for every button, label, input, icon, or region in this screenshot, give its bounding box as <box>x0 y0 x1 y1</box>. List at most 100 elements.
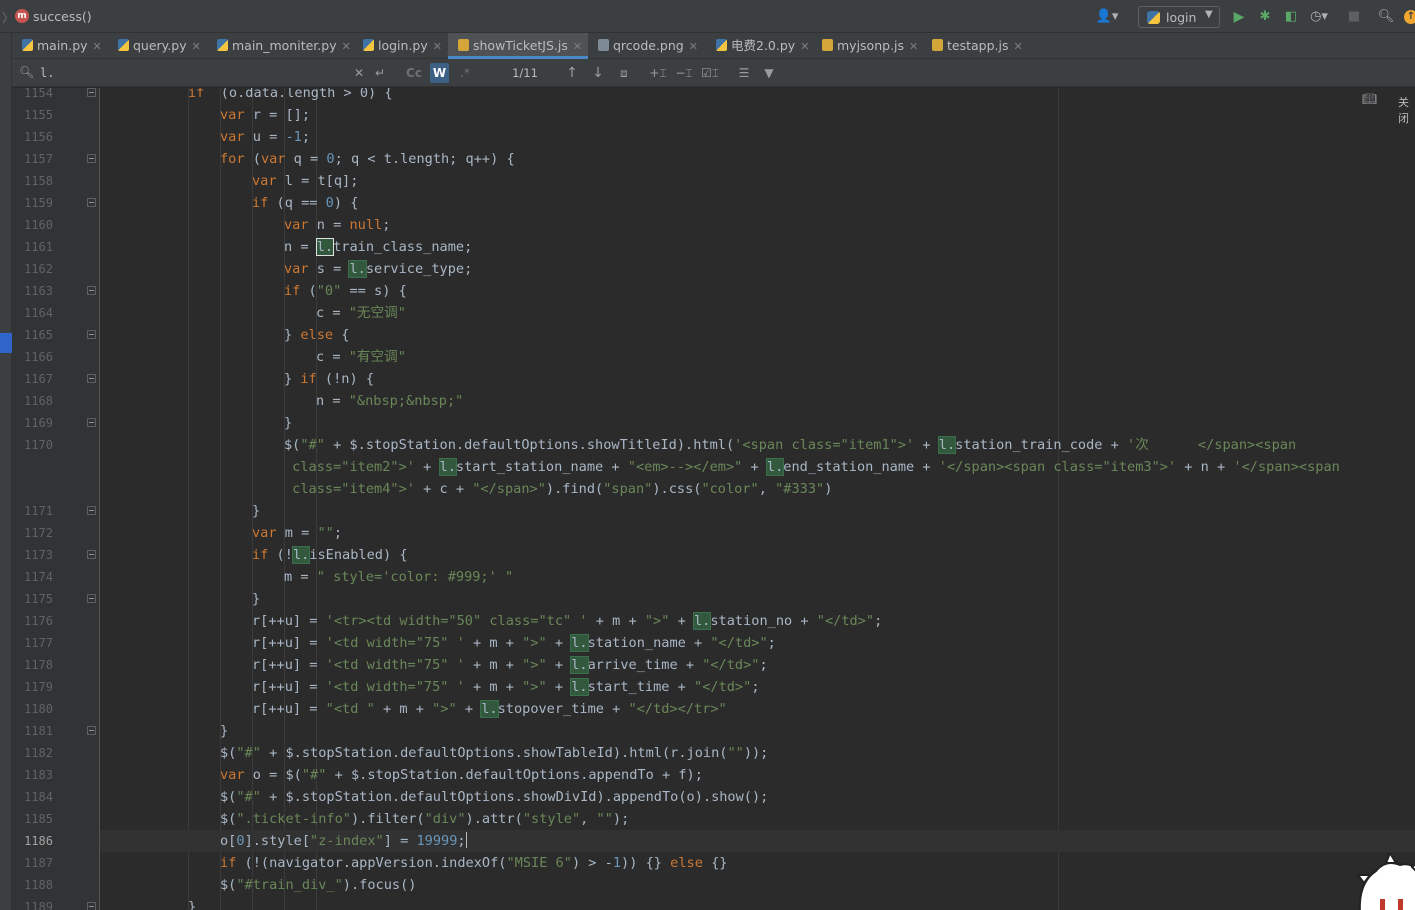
code-line[interactable]: 1189} <box>12 896 1415 910</box>
filter-icon[interactable]: ▼ <box>760 63 778 83</box>
code-line[interactable]: 1162 var s = l.service_type; <box>12 258 1415 280</box>
fold-marker-icon[interactable] <box>87 594 96 603</box>
code-line[interactable]: 1163 if ("0" == s) { <box>12 280 1415 302</box>
fold-marker-icon[interactable] <box>87 902 96 910</box>
update-icon[interactable]: ↑ <box>1404 10 1415 24</box>
code-line[interactable]: 1176 r[++u] = '<tr><td width="50" class="… <box>12 610 1415 632</box>
close-tab-icon[interactable]: ✕ <box>909 40 918 53</box>
tab-qrcode-png[interactable]: qrcode.png ✕ <box>588 33 706 59</box>
close-tab-icon[interactable]: ✕ <box>93 40 102 53</box>
match-case-toggle[interactable]: Cc <box>404 63 424 83</box>
add-occurrence-icon[interactable]: +⌶ <box>648 63 668 83</box>
close-tab-icon[interactable]: ✕ <box>800 40 809 53</box>
profile-icon[interactable]: ◷▾ <box>1304 6 1334 28</box>
fold-marker-icon[interactable] <box>87 506 96 515</box>
code-line[interactable]: 1171} <box>12 500 1415 522</box>
code-line[interactable]: 1154 if (o.data.length > 0) { <box>12 88 1415 104</box>
close-tab-icon[interactable]: ✕ <box>342 40 351 53</box>
code-line[interactable]: 1182 $("#" + $.stopStation.defaultOptions… <box>12 742 1415 764</box>
regex-toggle[interactable]: .* <box>456 63 474 83</box>
code-line[interactable]: 1157 for (var q = 0; q < t.length; q++) { <box>12 148 1415 170</box>
code-line[interactable]: 1172 var m = ""; <box>12 522 1415 544</box>
select-all-occurrences-icon[interactable]: ⧈ <box>616 63 632 83</box>
fold-marker-icon[interactable] <box>87 374 96 383</box>
clear-icon[interactable]: ✕ <box>352 63 366 83</box>
find-input[interactable] <box>40 63 370 83</box>
run-icon[interactable]: ▶ <box>1230 6 1248 28</box>
code-line[interactable]: 1166 c = "有空调" <box>12 346 1415 368</box>
code-line[interactable]: class="item4">' + c + "</span>").find("s… <box>12 478 1415 500</box>
previous-occurrence-icon[interactable]: ↑ <box>564 63 580 83</box>
tab-main-moniter-py[interactable]: main_moniter.py ✕ <box>207 33 353 59</box>
code-line[interactable]: 1178 r[++u] = '<td width="75" ' + m + ">"… <box>12 654 1415 676</box>
next-occurrence-icon[interactable]: ↓ <box>590 63 606 83</box>
code-line[interactable]: 1158 var l = t[q]; <box>12 170 1415 192</box>
coverage-icon[interactable]: ◧ <box>1282 6 1300 28</box>
structure-marker[interactable] <box>0 333 12 353</box>
code-line[interactable]: 1187 if (!(navigator.appVersion.indexOf("… <box>12 852 1415 874</box>
code-text: var n = null; <box>284 214 390 236</box>
code-line[interactable]: 1184 $("#" + $.stopStation.defaultOptions… <box>12 786 1415 808</box>
search-icon[interactable]: 🔍︎ <box>1376 6 1396 28</box>
code-line[interactable]: 1170 $("#" + $.stopStation.defaultOptions… <box>12 434 1415 456</box>
search-icon[interactable]: 🔍︎ <box>19 65 34 79</box>
code-line[interactable]: 1161 n = l.train_class_name; <box>12 236 1415 258</box>
match-count: 1/11 <box>512 66 538 80</box>
tab-query-py[interactable]: query.py ✕ <box>108 33 207 59</box>
fold-marker-icon[interactable] <box>87 418 96 427</box>
tab-testapp-js[interactable]: testapp.js ✕ <box>922 33 1032 59</box>
fold-marker-icon[interactable] <box>87 726 96 735</box>
tab-showticketjs-js[interactable]: showTicketJS.js ✕ <box>448 33 588 59</box>
breadcrumb[interactable]: success() <box>33 9 92 24</box>
code-line[interactable]: 1156 var u = -1; <box>12 126 1415 148</box>
code-line[interactable]: 1160 var n = null; <box>12 214 1415 236</box>
code-line[interactable]: 1167} if (!n) { <box>12 368 1415 390</box>
tab-main-py[interactable]: main.py ✕ <box>12 33 108 59</box>
search-options-icon[interactable]: ☰ <box>734 63 754 83</box>
code-line[interactable]: 1180 r[++u] = "<td " + m + ">" + l.stopov… <box>12 698 1415 720</box>
code-line[interactable]: class="item2">' + l.start_station_name +… <box>12 456 1415 478</box>
reader-mode-icon[interactable]: 📖︎ <box>1362 92 1377 106</box>
tab-myjsonp-js[interactable]: myjsonp.js ✕ <box>812 33 922 59</box>
code-line[interactable]: 1169} <box>12 412 1415 434</box>
close-label[interactable]: 关闭 <box>1398 94 1415 126</box>
tab-2-0-py[interactable]: 电费2.0.py ✕ <box>706 33 812 59</box>
whole-word-toggle[interactable]: W <box>430 63 449 83</box>
code-line[interactable]: 1164 c = "无空调" <box>12 302 1415 324</box>
fold-marker-icon[interactable] <box>87 198 96 207</box>
code-line[interactable]: 1185 $(".ticket-info").filter("div").attr… <box>12 808 1415 830</box>
close-tab-icon[interactable]: ✕ <box>1014 40 1023 53</box>
close-tab-icon[interactable]: ✕ <box>689 40 698 53</box>
stop-icon[interactable]: ■ <box>1346 6 1362 28</box>
code-line[interactable]: 1181} <box>12 720 1415 742</box>
close-tab-icon[interactable]: ✕ <box>192 40 201 53</box>
code-line[interactable]: 1186 o[0].style["z-index"] = 19999; <box>12 830 1415 852</box>
code-line[interactable]: 1177 r[++u] = '<td width="75" ' + m + ">"… <box>12 632 1415 654</box>
code-line[interactable]: 1183 var o = $("#" + $.stopStation.defaul… <box>12 764 1415 786</box>
code-line[interactable]: 1173 if (!l.isEnabled) { <box>12 544 1415 566</box>
breadcrumb-arrow-icon[interactable]: 〉 <box>2 9 14 26</box>
select-occurrences-icon[interactable]: ☑⌶ <box>700 63 720 83</box>
fold-marker-icon[interactable] <box>87 286 96 295</box>
debug-icon[interactable]: ✱ <box>1256 6 1274 28</box>
code-line[interactable]: 1174 m = " style='color: #999;' " <box>12 566 1415 588</box>
code-line[interactable]: 1175} <box>12 588 1415 610</box>
run-configuration-select[interactable]: login ▼ <box>1138 6 1220 28</box>
code-line[interactable]: 1179 r[++u] = '<td width="75" ' + m + ">"… <box>12 676 1415 698</box>
code-line[interactable]: 1165} else { <box>12 324 1415 346</box>
close-tab-icon[interactable]: ✕ <box>573 40 582 53</box>
fold-marker-icon[interactable] <box>87 330 96 339</box>
fold-marker-icon[interactable] <box>87 550 96 559</box>
code-line[interactable]: 1155 var r = []; <box>12 104 1415 126</box>
tab-login-py[interactable]: login.py ✕ <box>353 33 448 59</box>
code-line[interactable]: 1168 n = "&nbsp;&nbsp;" <box>12 390 1415 412</box>
code-line[interactable]: 1159 if (q == 0) { <box>12 192 1415 214</box>
code-editor[interactable]: 1154 if (o.data.length > 0) {1155 var r = … <box>12 88 1415 910</box>
close-tab-icon[interactable]: ✕ <box>433 40 442 53</box>
fold-marker-icon[interactable] <box>87 154 96 163</box>
remove-occurrence-icon[interactable]: −⌶ <box>674 63 694 83</box>
user-icon[interactable]: 👤▾ <box>1092 6 1122 28</box>
new-line-icon[interactable]: ↵ <box>372 63 388 83</box>
fold-marker-icon[interactable] <box>87 88 96 97</box>
code-line[interactable]: 1188 $("#train_div_").focus() <box>12 874 1415 896</box>
